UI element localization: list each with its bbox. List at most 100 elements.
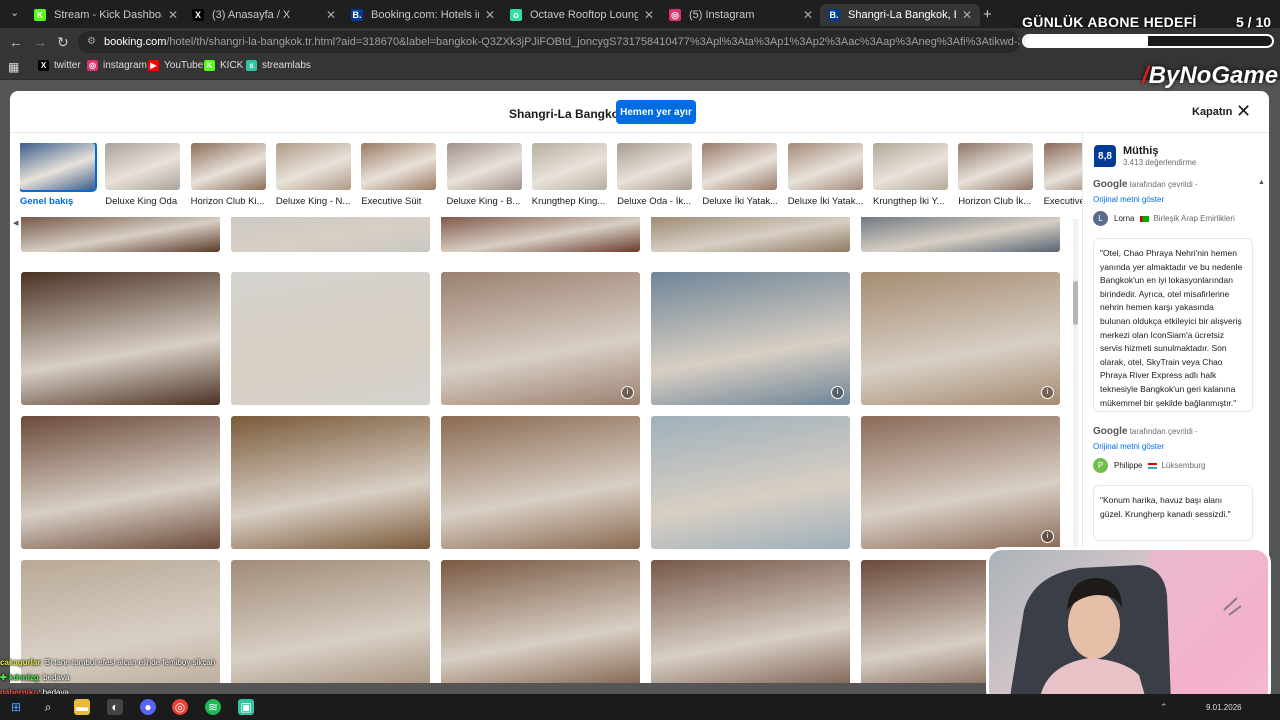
spotify-icon[interactable]: ≋ — [205, 699, 221, 715]
room-thumbnail[interactable]: Horizon Club Ki... — [190, 143, 267, 207]
room-thumbnail[interactable]: Executive Süit — [361, 143, 437, 207]
streamer-logo: /ByNoGame — [1142, 62, 1279, 89]
chat-message: cakagurlar: Bi tane tombul efesi alcan e… — [0, 658, 215, 667]
instagram-icon: ◎ — [669, 9, 681, 21]
room-thumbnail[interactable]: Krungthep İki Y... — [873, 143, 949, 207]
gallery-photo[interactable]: i — [651, 272, 850, 405]
room-thumbnail[interactable]: Genel bakış — [20, 143, 97, 207]
close-tab-icon[interactable]: ✕ — [644, 8, 654, 22]
bookmark-kick[interactable]: K KICK — [204, 60, 243, 71]
new-tab-icon[interactable]: + — [983, 6, 992, 23]
forward-icon[interactable]: → — [33, 34, 47, 50]
chrome-icon[interactable]: ◎ — [172, 699, 188, 715]
reserve-button[interactable]: Hemen yer ayır — [616, 100, 696, 124]
browser-tab[interactable]: ◎ (5) Instagram ✕ — [661, 4, 821, 26]
gallery-photo[interactable] — [231, 217, 430, 252]
photo-info-icon[interactable]: i — [621, 386, 634, 399]
thumbnail-label: Deluxe İki Yatak... — [702, 196, 779, 207]
site-info-icon[interactable]: ⚙ — [87, 31, 96, 53]
bookmark-label: instagram — [103, 60, 147, 71]
photo-info-icon[interactable]: i — [1041, 530, 1054, 543]
thumbnail-label: Deluxe Oda - İk... — [617, 196, 692, 207]
windows-start-icon[interactable]: ⊞ — [8, 699, 24, 715]
close-tab-icon[interactable]: ✕ — [803, 8, 813, 22]
browser-tab[interactable]: X (3) Anasayfa / X ✕ — [184, 4, 344, 26]
gallery-photo[interactable] — [441, 416, 640, 549]
thumbnail-image — [787, 143, 863, 190]
tab-search-icon[interactable]: ⌄ — [10, 6, 19, 19]
thumbnail-label: Deluxe King - B... — [446, 196, 521, 207]
room-thumbnail[interactable]: Krungthep King... — [531, 143, 608, 207]
reload-icon[interactable]: ↻ — [57, 34, 69, 51]
photo-grid: i i i i — [10, 217, 1080, 683]
system-tray-icon[interactable]: ⌃ — [1160, 702, 1168, 713]
youtube-icon: ▶ — [148, 60, 159, 71]
show-original-link[interactable]: Orijinal metni göster — [1093, 195, 1164, 204]
room-thumbnail[interactable]: Deluxe İki Yatak... — [702, 143, 778, 207]
thumbnail-image — [20, 143, 97, 192]
gallery-photo[interactable] — [231, 416, 430, 549]
review-score-word: Müthiş — [1123, 145, 1159, 157]
close-tab-icon[interactable]: ✕ — [962, 8, 972, 22]
room-thumbnail[interactable]: Executive... — [1043, 143, 1082, 207]
file-explorer-icon[interactable]: ▬ — [74, 699, 90, 715]
room-thumbnail[interactable]: Deluxe King - B... — [446, 143, 523, 207]
reviews-scroll-up-icon[interactable]: ▲ — [1258, 179, 1265, 186]
gallery-scroll-thumb[interactable] — [1073, 281, 1078, 325]
gallery-photo[interactable]: i — [441, 272, 640, 405]
back-icon[interactable]: ← — [9, 34, 23, 50]
bookmark-instagram[interactable]: ◎ instagram — [87, 60, 147, 71]
search-icon[interactable]: ⌕ — [40, 699, 56, 715]
chat-username: ✚ kdenizg — [0, 673, 39, 682]
streamlabs-icon[interactable]: ▣ — [238, 699, 254, 715]
browser-tab[interactable]: B. Shangri-La Bangkok, Bangkok ✕ — [820, 4, 980, 26]
close-button-label[interactable]: Kapatın — [1192, 106, 1232, 118]
gallery-photo[interactable] — [231, 560, 430, 683]
discord-icon[interactable]: ● — [140, 699, 156, 715]
address-bar[interactable]: ⚙ booking.com/hotel/th/shangri-la-bangko… — [78, 31, 1020, 53]
review-text: "Konum harika, havuz başı alanı güzel. K… — [1093, 485, 1253, 541]
bookmark-youtube[interactable]: ▶ YouTube — [148, 60, 203, 71]
show-original-link[interactable]: Orijinal metni göster — [1093, 442, 1164, 451]
thumbnail-label: Genel bakış — [20, 196, 74, 207]
gallery-photo[interactable]: i — [861, 272, 1060, 405]
browser-tab[interactable]: o Octave Rooftop Lounge & Bar ✕ — [502, 4, 662, 26]
gallery-photo[interactable] — [21, 217, 220, 252]
gallery-photo[interactable] — [441, 217, 640, 252]
gallery-photo[interactable] — [861, 217, 1060, 252]
modal-header: Shangri-La Bangkok Hemen yer ayır Kapatı… — [10, 91, 1269, 133]
thumbnail-label: Deluxe King Oda — [105, 196, 178, 207]
room-thumbnail[interactable]: Horizon Club İk... — [958, 143, 1034, 207]
room-thumbnail[interactable]: Deluxe King Oda — [105, 143, 181, 207]
gallery-photo[interactable] — [441, 560, 640, 683]
kick-icon: K — [204, 60, 215, 71]
bookmark-twitter[interactable]: Xtwitter — [38, 60, 81, 71]
gallery-photo[interactable] — [21, 416, 220, 549]
gallery-photo[interactable] — [21, 272, 220, 405]
room-thumbnail[interactable]: Deluxe King - N... — [275, 143, 352, 207]
photo-info-icon[interactable]: i — [831, 386, 844, 399]
gallery-photo[interactable]: i — [861, 416, 1060, 549]
browser-tab[interactable]: B. Booking.com: Hotels in Bangkok ✕ — [343, 4, 503, 26]
room-thumbnail[interactable]: Deluxe İki Yatak... — [787, 143, 864, 207]
photo-info-icon[interactable]: i — [1041, 386, 1054, 399]
close-tab-icon[interactable]: ✕ — [326, 8, 336, 22]
app-icon[interactable]: ◐ — [107, 699, 123, 715]
gallery-photo[interactable] — [231, 272, 430, 405]
reviewer: P Philippe Lüksemburg — [1093, 458, 1206, 473]
bookmark-streamlabs[interactable]: s streamlabs — [246, 60, 311, 71]
gallery-photo[interactable] — [651, 217, 850, 252]
thumbnail-image — [617, 143, 693, 190]
apps-icon[interactable]: ▦ — [8, 60, 19, 74]
close-tab-icon[interactable]: ✕ — [485, 8, 495, 22]
gallery-photo[interactable] — [651, 560, 850, 683]
gallery-photo[interactable] — [651, 416, 850, 549]
room-thumbnail[interactable]: Deluxe Oda - İk... — [617, 143, 693, 207]
browser-tab[interactable]: K Stream - Kick Dashboard ✕ — [26, 4, 186, 26]
reviewer-name: Philippe — [1114, 461, 1143, 470]
close-icon[interactable]: ✕ — [1236, 101, 1251, 122]
url-host: booking.com — [104, 36, 167, 48]
webcam-overlay — [986, 547, 1271, 706]
tab-title: (3) Anasayfa / X — [212, 9, 291, 21]
close-tab-icon[interactable]: ✕ — [168, 8, 178, 22]
